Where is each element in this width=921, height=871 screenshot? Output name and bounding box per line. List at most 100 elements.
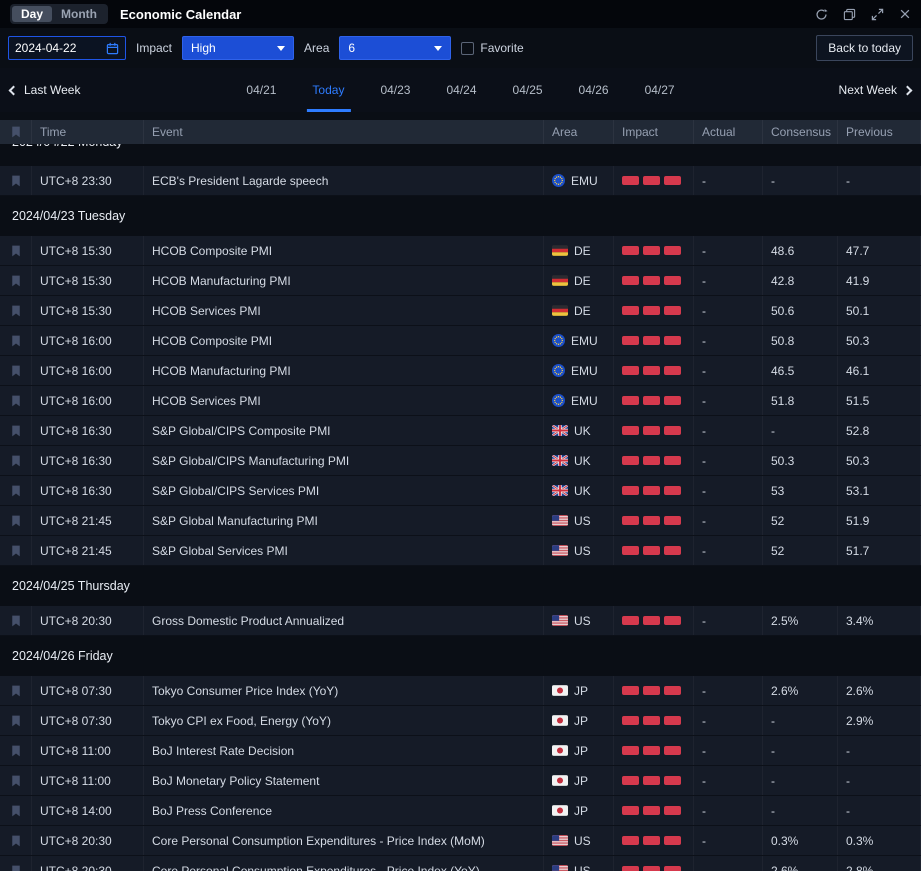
month-view-button[interactable]: Month: [52, 6, 106, 22]
time-cell: UTC+8 16:30: [32, 446, 144, 475]
bookmark-toggle[interactable]: [0, 296, 32, 325]
bookmark-toggle[interactable]: [0, 236, 32, 265]
last-week-button[interactable]: Last Week: [10, 83, 80, 97]
favorite-filter[interactable]: Favorite: [461, 41, 523, 55]
impact-bar: [664, 276, 681, 285]
bookmark-toggle[interactable]: [0, 386, 32, 415]
bookmark-toggle[interactable]: [0, 736, 32, 765]
bookmark-toggle[interactable]: [0, 506, 32, 535]
bookmark-toggle[interactable]: [0, 446, 32, 475]
flag-icon-de: [552, 305, 568, 316]
impact-cell: [614, 506, 694, 535]
bookmark-toggle[interactable]: [0, 766, 32, 795]
date-tab-04-21[interactable]: 04/21: [243, 68, 279, 112]
actual-cell: -: [694, 476, 763, 505]
impact-cell: [614, 356, 694, 385]
date-tab-04-25[interactable]: 04/25: [510, 68, 546, 112]
actual-cell: -: [694, 676, 763, 705]
column-header-time: Time: [32, 120, 144, 144]
table-row[interactable]: UTC+8 20:30Core Personal Consumption Exp…: [0, 856, 921, 871]
area-flag-and-label: US: [552, 614, 591, 628]
table-row[interactable]: UTC+8 15:30HCOB Services PMIDE-50.650.1: [0, 296, 921, 326]
date-tab-04-23[interactable]: 04/23: [377, 68, 413, 112]
table-row[interactable]: UTC+8 07:30Tokyo CPI ex Food, Energy (Yo…: [0, 706, 921, 736]
consensus-cell: 42.8: [763, 266, 838, 295]
impact-dropdown[interactable]: High: [182, 36, 294, 60]
bookmark-toggle[interactable]: [0, 826, 32, 855]
area-flag-and-label: UK: [552, 424, 591, 438]
close-icon[interactable]: [899, 8, 911, 20]
bookmark-toggle[interactable]: [0, 356, 32, 385]
area-flag-and-label: DE: [552, 274, 591, 288]
impact-high-indicator: [622, 396, 681, 405]
table-row[interactable]: UTC+8 23:30ECB's President Lagarde speec…: [0, 166, 921, 196]
previous-cell: 2.6%: [838, 676, 921, 705]
calendar-icon: [106, 42, 119, 55]
table-row[interactable]: UTC+8 15:30HCOB Manufacturing PMIDE-42.8…: [0, 266, 921, 296]
table-row[interactable]: UTC+8 16:00HCOB Services PMIEMU-51.851.5: [0, 386, 921, 416]
table-row[interactable]: UTC+8 16:00HCOB Manufacturing PMIEMU-46.…: [0, 356, 921, 386]
bookmark-toggle[interactable]: [0, 416, 32, 445]
consensus-cell: -: [763, 796, 838, 825]
date-value: 2024-04-22: [15, 41, 76, 55]
bookmark-toggle[interactable]: [0, 606, 32, 635]
consensus-cell: 50.3: [763, 446, 838, 475]
bookmark-toggle[interactable]: [0, 796, 32, 825]
impact-bar: [622, 866, 639, 871]
table-row[interactable]: UTC+8 14:00BoJ Press ConferenceJP---: [0, 796, 921, 826]
date-tab-04-27[interactable]: 04/27: [642, 68, 678, 112]
column-header-previous: Previous: [838, 120, 921, 144]
table-row[interactable]: UTC+8 15:30HCOB Composite PMIDE-48.647.7: [0, 236, 921, 266]
date-tab-today[interactable]: Today: [309, 68, 347, 112]
impact-bar: [643, 426, 660, 435]
refresh-icon[interactable]: [815, 8, 828, 21]
impact-bar: [622, 806, 639, 815]
section-date-header: 2024/04/22 Monday: [0, 144, 921, 166]
impact-cell: [614, 796, 694, 825]
consensus-cell: 50.6: [763, 296, 838, 325]
titlebar: Day Month Economic Calendar: [0, 0, 921, 28]
economic-calendar-panel: Day Month Economic Calendar 2024-04-22: [0, 0, 921, 871]
bookmark-toggle[interactable]: [0, 706, 32, 735]
table-row[interactable]: UTC+8 21:45S&P Global Services PMIUS-525…: [0, 536, 921, 566]
previous-cell: 2.9%: [838, 706, 921, 735]
favorite-checkbox[interactable]: [461, 42, 474, 55]
table-row[interactable]: UTC+8 16:00HCOB Composite PMIEMU-50.850.…: [0, 326, 921, 356]
area-dropdown[interactable]: 6: [339, 36, 451, 60]
bookmark-toggle[interactable]: [0, 166, 32, 195]
table-row[interactable]: UTC+8 11:00BoJ Interest Rate DecisionJP-…: [0, 736, 921, 766]
next-week-button[interactable]: Next Week: [839, 83, 911, 97]
date-tab-04-24[interactable]: 04/24: [443, 68, 479, 112]
expand-icon[interactable]: [871, 8, 884, 21]
table-row[interactable]: UTC+8 20:30Core Personal Consumption Exp…: [0, 826, 921, 856]
date-tab-04-26[interactable]: 04/26: [576, 68, 612, 112]
table-row[interactable]: UTC+8 20:30Gross Domestic Product Annual…: [0, 606, 921, 636]
bookmark-toggle[interactable]: [0, 476, 32, 505]
actual-cell: -: [694, 266, 763, 295]
date-picker[interactable]: 2024-04-22: [8, 36, 126, 60]
bookmark-toggle[interactable]: [0, 266, 32, 295]
table-row[interactable]: UTC+8 16:30S&P Global/CIPS Manufacturing…: [0, 446, 921, 476]
area-flag-and-label: EMU: [552, 364, 598, 378]
impact-bar: [664, 806, 681, 815]
popout-icon[interactable]: [843, 8, 856, 21]
area-cell: EMU: [544, 386, 614, 415]
back-to-today-button[interactable]: Back to today: [816, 35, 913, 61]
table-row[interactable]: UTC+8 16:30S&P Global/CIPS Services PMIU…: [0, 476, 921, 506]
table-row[interactable]: UTC+8 11:00BoJ Monetary Policy Statement…: [0, 766, 921, 796]
table-row[interactable]: UTC+8 16:30S&P Global/CIPS Composite PMI…: [0, 416, 921, 446]
actual-cell: -: [694, 796, 763, 825]
bookmark-toggle[interactable]: [0, 856, 32, 871]
bookmark-toggle[interactable]: [0, 536, 32, 565]
impact-bar: [622, 396, 639, 405]
bookmark-toggle[interactable]: [0, 326, 32, 355]
section-date-label: 2024/04/25 Thursday: [12, 579, 130, 593]
bookmark-toggle[interactable]: [0, 676, 32, 705]
table-row[interactable]: UTC+8 21:45S&P Global Manufacturing PMIU…: [0, 506, 921, 536]
flag-icon-jp: [552, 805, 568, 816]
impact-bar: [643, 246, 660, 255]
bookmark-icon: [11, 775, 21, 787]
impact-bar: [643, 456, 660, 465]
day-view-button[interactable]: Day: [12, 6, 52, 22]
table-row[interactable]: UTC+8 07:30Tokyo Consumer Price Index (Y…: [0, 676, 921, 706]
